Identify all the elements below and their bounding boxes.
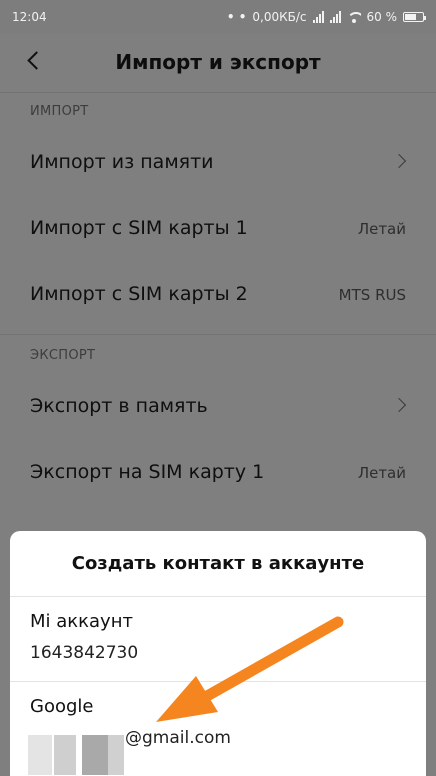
chevron-right-icon: [391, 153, 407, 169]
redaction-blur: [54, 735, 76, 775]
item-label: Импорт с SIM карты 2: [30, 283, 248, 305]
account-option-mi[interactable]: Mi аккаунт 1643842730: [10, 597, 426, 681]
divider: [0, 334, 436, 335]
export-section-heading: ЭКСПОРТ: [30, 348, 96, 363]
export-sim1-item[interactable]: Экспорт на SIM карту 1 Летай: [0, 440, 436, 506]
redaction-blur: [108, 735, 124, 775]
account-name: Mi аккаунт: [30, 611, 133, 632]
title-bar: Импорт и экспорт: [0, 34, 436, 90]
item-label: Экспорт на SIM карту 1: [30, 461, 265, 483]
redaction-blur: [28, 735, 52, 775]
notification-dots: • •: [226, 10, 247, 24]
wifi-icon: [346, 11, 361, 23]
status-time: 12:04: [12, 10, 47, 24]
signal-icon: [312, 11, 324, 23]
import-sim1-item[interactable]: Импорт с SIM карты 1 Летай: [0, 196, 436, 262]
battery-percent: 60 %: [366, 10, 398, 24]
chevron-right-icon: [391, 397, 407, 413]
item-label: Экспорт в память: [30, 395, 208, 417]
item-value: Летай: [357, 220, 406, 238]
status-bar: 12:04 • • 0,00КБ/с 60 %: [0, 0, 436, 34]
item-value: MTS RUS: [338, 286, 406, 304]
account-name: Google: [30, 696, 94, 717]
divider: [0, 92, 436, 93]
page-title: Импорт и экспорт: [115, 50, 321, 74]
item-label: Импорт из памяти: [30, 151, 214, 173]
create-contact-dialog: Создать контакт в аккаунте Mi аккаунт 16…: [10, 531, 426, 776]
dialog-title: Создать контакт в аккаунте: [71, 553, 365, 574]
redaction-blur: [82, 735, 108, 775]
network-speed: 0,00КБ/с: [252, 10, 307, 24]
import-sim2-item[interactable]: Импорт с SIM карты 2 MTS RUS: [0, 262, 436, 328]
import-from-memory-item[interactable]: Импорт из памяти: [0, 130, 436, 196]
account-detail: @gmail.com: [125, 728, 231, 748]
battery-icon: [403, 12, 426, 22]
item-value: Летай: [357, 464, 406, 482]
status-indicators: • • 0,00КБ/с 60 %: [226, 10, 426, 24]
signal-2-icon: [329, 11, 341, 23]
import-section-heading: ИМПОРТ: [30, 104, 89, 119]
item-label: Импорт с SIM карты 1: [30, 217, 248, 239]
export-to-memory-item[interactable]: Экспорт в память: [0, 374, 436, 440]
account-detail: 1643842730: [30, 643, 139, 663]
